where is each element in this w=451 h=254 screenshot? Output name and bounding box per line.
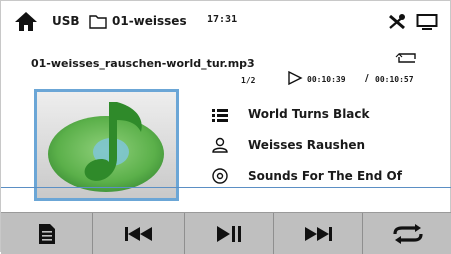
- source-label: USB: [52, 14, 80, 28]
- elapsed-time: 00:10:39: [307, 75, 346, 84]
- play-state-icon: [288, 71, 303, 85]
- play-pause-button[interactable]: [185, 213, 274, 254]
- album-disc-icon: [212, 168, 228, 184]
- album-art: [34, 89, 179, 201]
- folder-icon: [89, 15, 107, 29]
- home-icon[interactable]: [13, 10, 39, 32]
- playlist-icon: [38, 223, 55, 244]
- title-list-icon: [212, 109, 228, 122]
- skip-previous-icon: [124, 226, 152, 241]
- skip-next-icon: [305, 226, 332, 241]
- divider: [1, 187, 451, 188]
- previous-button[interactable]: [93, 213, 185, 254]
- file-name: 01-weisses_rauschen-world_tur.mp3: [31, 57, 255, 70]
- control-bar: [1, 212, 451, 254]
- album-name: Sounds For The End Of: [248, 169, 402, 183]
- media-player-screen: USB 01-weisses 17:31 01-weisses_rauschen…: [0, 0, 451, 254]
- screen-icon[interactable]: [416, 13, 438, 31]
- total-time: 00:10:57: [375, 75, 414, 84]
- track-index: 1/2: [241, 76, 256, 85]
- time-separator: /: [365, 73, 369, 84]
- repeat-mode-icon: [395, 53, 416, 63]
- playlist-button[interactable]: [1, 213, 93, 254]
- repeat-button[interactable]: [363, 213, 451, 254]
- clock: 17:31: [207, 14, 238, 25]
- music-note-icon: [37, 92, 176, 198]
- next-button[interactable]: [274, 213, 363, 254]
- artist-icon: [212, 137, 228, 153]
- artist-name: Weisses Raushen: [248, 138, 366, 152]
- tools-icon[interactable]: [387, 13, 407, 31]
- repeat-icon: [392, 223, 423, 244]
- song-title: World Turns Black: [248, 107, 370, 121]
- folder-name: 01-weisses: [112, 14, 187, 28]
- play-pause-icon: [217, 225, 241, 242]
